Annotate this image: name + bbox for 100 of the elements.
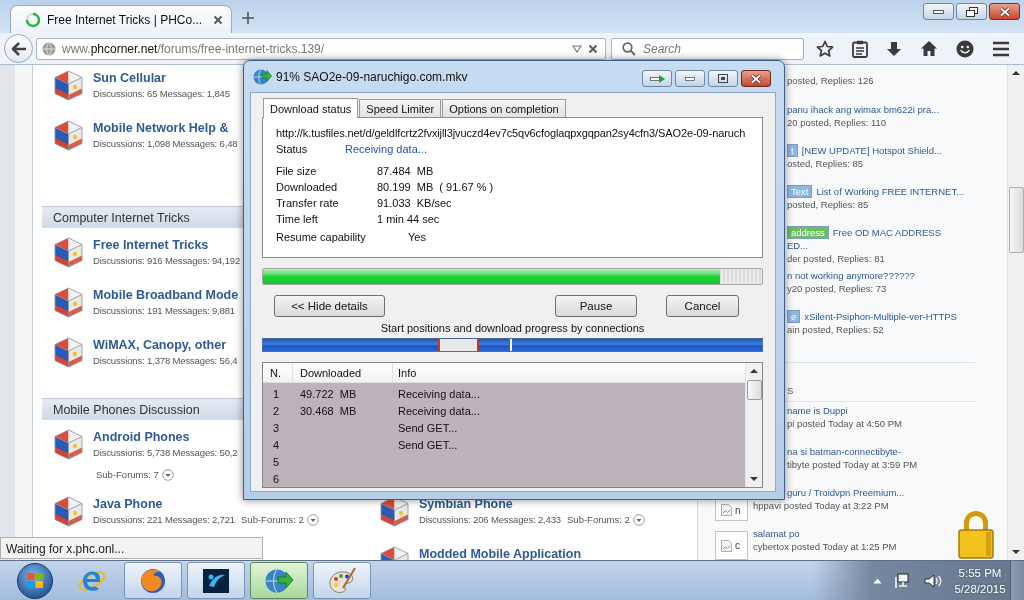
restore-button[interactable] [956, 3, 987, 20]
cube-icon [54, 496, 83, 527]
table-cell: Receiving data... [398, 387, 480, 400]
thread-title-link[interactable]: panu ihack ang wimax bm622i pra... [787, 103, 940, 116]
search-icon [622, 41, 636, 56]
network-icon[interactable] [894, 572, 912, 589]
column-header[interactable]: N. [270, 366, 281, 379]
forum-title-link[interactable]: Java Phone [93, 496, 163, 512]
section-heading: S [787, 384, 794, 397]
close-button[interactable] [989, 3, 1020, 20]
dialog-button[interactable]: << Hide details [274, 295, 385, 317]
start-button[interactable] [17, 562, 53, 599]
caret-up-icon[interactable] [873, 577, 882, 584]
minimize-button[interactable] [675, 70, 705, 87]
avatar-alt-text: n [735, 504, 741, 516]
scrollbar-thumb[interactable] [1008, 187, 1024, 253]
post-title-link[interactable]: guru / Troidvpn Preemium... [787, 486, 905, 499]
table-cell: 1 [273, 387, 280, 400]
cube-icon [54, 120, 83, 151]
close-icon [750, 73, 762, 84]
forum-stats: Discussions: 1,098 Messages: 6,48 [93, 137, 238, 151]
address-field[interactable]: www.phcorner.net/forums/free-internet-tricks.139/ [36, 37, 606, 60]
status-value: Receiving data... [345, 142, 427, 157]
status-tooltip: Waiting for x.phc.onl... [0, 537, 263, 559]
globe-download-icon [253, 67, 272, 86]
url-text: www.phcorner.net/forums/free-internet-tricks.139/ [62, 41, 326, 56]
download-url: http://k.tusfiles.net/d/geldlfcrtz2fvxijll3jvuczd4ev7c5qv6cfoglaqpxgqpan2sy4cfn3/SAO2e-09-naruch [276, 126, 746, 141]
dialog-button[interactable]: Pause [555, 295, 637, 317]
forum-stats: Discussions: 191 Messages: 9,881 [93, 304, 235, 318]
arrow-left-icon [9, 40, 28, 57]
maximize-button[interactable] [708, 70, 738, 87]
search-field[interactable]: Search [611, 37, 804, 60]
sub-forums-count: Sub-Forums: 2 [241, 513, 304, 527]
download-icon[interactable] [886, 40, 902, 57]
column-header[interactable]: Info [398, 366, 417, 379]
forum-title-link[interactable]: Mobile Broadband Mode [93, 287, 239, 303]
close-button[interactable] [741, 70, 771, 87]
cube-icon [54, 429, 83, 460]
field-label: Resume capability [276, 230, 366, 245]
thread-title-link[interactable]: xSilent-Psiphon-Multiple-ver-HTTPS [804, 310, 957, 323]
star-icon[interactable] [816, 39, 834, 58]
browser-tab[interactable]: Free Internet Tricks | PHCo... [10, 5, 232, 33]
forum-title-link[interactable]: WiMAX, Canopy, other [93, 337, 226, 353]
forum-title-link[interactable]: Mobile Network Help & [93, 120, 229, 136]
table-cell: Send GET... [398, 438, 458, 451]
smiley-icon[interactable] [956, 39, 974, 58]
dialog-button[interactable]: Cancel [666, 295, 739, 317]
column-header[interactable]: Downloaded [300, 366, 362, 379]
cube-icon [54, 70, 83, 101]
caret-up-icon [1011, 69, 1021, 77]
thread-title-link[interactable]: Free OD MAC ADDRESS [832, 226, 942, 239]
menu-icon[interactable] [992, 40, 1010, 57]
post-title-link[interactable]: na si batman-connectibyte- [787, 445, 902, 458]
thread-meta: y20 posted, Replies: 73 [787, 282, 887, 295]
cube-icon [54, 337, 83, 368]
forum-stats: Discussions: 65 Messages: 1,845 [93, 87, 230, 101]
thread-title-link[interactable]: n not working anymore?????? [787, 269, 915, 282]
dropdown-icon[interactable] [572, 44, 582, 53]
circled-caret-icon[interactable] [161, 469, 174, 481]
palette-icon [327, 565, 357, 596]
circled-caret-icon[interactable] [306, 514, 319, 526]
scrollbar-thumb[interactable] [746, 380, 762, 400]
taskbar-button[interactable] [187, 562, 245, 599]
minimize-button[interactable] [923, 3, 954, 20]
forum-title-link[interactable]: Modded Mobile Application [419, 546, 582, 560]
dialog-tab[interactable]: Speed Limiter [359, 99, 442, 117]
post-title-link[interactable]: salamat po [753, 527, 800, 540]
clipboard-icon[interactable] [852, 39, 868, 58]
maximize-icon [718, 74, 728, 83]
field-label: Status [276, 142, 308, 157]
dialog-tab[interactable]: Options on completion [442, 99, 566, 117]
thread-meta: posted, Replies: 85 [787, 198, 869, 211]
table-cell: 2 [273, 404, 280, 417]
thread-title-link[interactable]: [NEW UPDATE] Hotspot Shield... [801, 144, 942, 157]
field-value: Yes [408, 230, 426, 245]
back-button[interactable] [4, 34, 33, 63]
forum-title-link[interactable]: Free Internet Tricks [93, 237, 209, 253]
dialog-tab[interactable]: Download status [263, 98, 359, 118]
post-meta: cybertox posted Today at 1:25 PM [753, 540, 897, 553]
post-title-link[interactable]: name is Duppi [787, 404, 848, 417]
home-icon[interactable] [920, 40, 938, 57]
thread-meta: 20 posted, Replies: 110 [787, 116, 887, 129]
forum-stats: Discussions: 221 Messages: 2,721 [93, 513, 235, 527]
close-icon[interactable] [213, 14, 223, 25]
thread-title-link[interactable]: ED... [787, 239, 809, 252]
thread-meta: posted, Replies: 126 [787, 74, 874, 87]
thread-title-link[interactable]: List of Working FREE INTERNET... [816, 185, 965, 198]
circled-caret-icon[interactable] [632, 514, 645, 526]
close-icon[interactable] [588, 43, 598, 54]
clock-date[interactable]: 5/28/2015 [954, 580, 1006, 597]
send-to-tray-button[interactable] [642, 70, 672, 87]
post-meta: tibyte posted Today at 3:59 PM [787, 458, 918, 471]
sub-forums-count: Sub-Forums: 7 [96, 468, 159, 482]
forum-title-link[interactable]: Sun Cellular [93, 70, 166, 86]
table-cell: Send GET... [398, 421, 458, 434]
forum-title-link[interactable]: Android Phones [93, 429, 190, 445]
speaker-icon[interactable] [924, 572, 942, 589]
clock-time[interactable]: 5:55 PM [958, 564, 1002, 581]
plus-icon[interactable] [241, 11, 255, 25]
post-meta: hppavi posted Today at 3:22 PM [753, 499, 889, 512]
